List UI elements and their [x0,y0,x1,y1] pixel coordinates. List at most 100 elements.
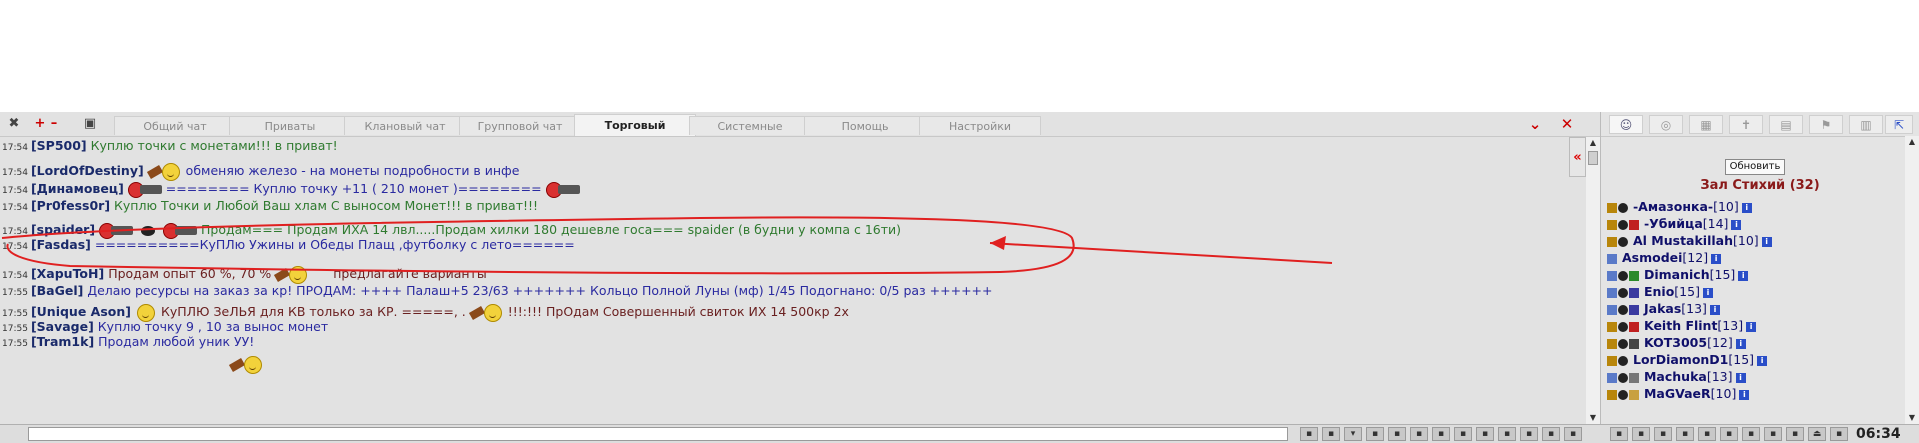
private-msg-icon[interactable] [1607,202,1617,213]
tab-privates[interactable]: Приваты [229,116,351,135]
message-nick[interactable]: [Tram1k] [31,334,94,349]
exit-icon[interactable]: ⏏ [1808,427,1826,441]
users-tab-icon[interactable]: ☺ [1609,115,1643,134]
private-msg-icon[interactable] [1607,372,1617,383]
user-list-item[interactable]: Machuka[13] i [1607,368,1746,386]
action-icon[interactable]: ▪ [1632,427,1650,441]
action-icon[interactable]: ▪ [1786,427,1804,441]
scroll-up-icon[interactable]: ▲ [1905,136,1919,148]
toolbar-icon[interactable]: ▪ [1498,427,1516,441]
info-icon[interactable]: i [1741,202,1752,213]
user-list-item[interactable]: LorDiamonD1[15] i [1607,351,1768,369]
toolbar-icon[interactable]: ▪ [1432,427,1450,441]
action-icon[interactable]: ▪ [1610,427,1628,441]
message-nick[interactable]: [Unique Ason] [31,304,131,319]
info-icon[interactable]: i [1711,253,1722,264]
toolbar-icon[interactable]: ▪ [1454,427,1472,441]
private-msg-icon[interactable] [1607,304,1617,315]
toolbar-icon[interactable]: ▪ [1476,427,1494,441]
private-msg-icon[interactable] [1607,321,1617,332]
flag-tab-icon[interactable]: ⚑ [1809,115,1843,134]
close-icon[interactable]: ✕ [1556,115,1578,133]
chat-input[interactable] [28,427,1288,441]
private-msg-icon[interactable] [1607,389,1617,400]
tab-general-chat[interactable]: Общий чат [114,116,236,135]
toolbar-icon[interactable]: ▪ [1388,427,1406,441]
user-list-item[interactable]: -Убийца[14] i [1607,215,1742,233]
tab-system[interactable]: Системные [689,116,811,135]
toolbar-icon[interactable]: ▪ [1564,427,1582,441]
scroll-up-icon[interactable]: ▲ [1586,137,1600,149]
info-icon[interactable]: i [1761,236,1772,247]
user-list-item[interactable]: Keith Flint[13] i [1607,317,1757,335]
private-msg-icon[interactable] [1607,253,1617,264]
user-list-scrollbar[interactable]: ▲ ▼ [1905,136,1919,424]
clear-chat-icon[interactable]: ✖ [4,115,24,133]
action-icon[interactable]: ▪ [1742,427,1760,441]
toolbar-icon[interactable]: ▪ [1366,427,1384,441]
toolbar-icon[interactable]: ▪ [1520,427,1538,441]
action-icon[interactable]: ▪ [1764,427,1782,441]
user-list-item[interactable]: KOT3005[12] i [1607,334,1746,352]
info-icon[interactable]: i [1739,389,1750,400]
inventory-tab-icon[interactable]: ▤ [1769,115,1803,134]
zoom-out-icon[interactable]: – [44,115,64,133]
message-nick[interactable]: [Динамовец] [31,181,124,196]
user-list-item[interactable]: Asmodei[12] i [1607,249,1722,267]
info-icon[interactable]: i [1738,270,1749,281]
filter-icon[interactable]: ▣ [80,115,100,133]
toolbar-icon[interactable]: ▪ [1300,427,1318,441]
collapse-panel-button[interactable]: « [1569,137,1586,177]
target-tab-icon[interactable]: ◎ [1649,115,1683,134]
misc-tab-icon[interactable]: ▥ [1849,115,1883,134]
scroll-down-icon[interactable]: ▼ [1586,412,1600,424]
message-nick[interactable]: [spaider] [31,222,95,237]
user-list-item[interactable]: MaGVaeR[10] i [1607,385,1750,403]
message-nick[interactable]: [Pr0fess0r] [31,198,110,213]
action-icon[interactable]: ▪ [1720,427,1738,441]
private-msg-icon[interactable] [1607,338,1617,349]
scroll-thumb[interactable] [1588,151,1598,165]
user-list-item[interactable]: -Амазонка-[10] i [1607,198,1752,216]
info-icon[interactable]: i [1746,321,1757,332]
info-icon[interactable]: i [1731,219,1742,230]
info-icon[interactable]: i [1735,372,1746,383]
message-nick[interactable]: [SP500] [31,138,87,153]
message-nick[interactable]: [LordOfDestiny] [31,163,144,178]
tab-help[interactable]: Помощь [804,116,926,135]
chevron-down-icon[interactable]: ⌄ [1524,115,1546,133]
toolbar-icon[interactable]: ▪ [1410,427,1428,441]
action-icon[interactable]: ▪ [1676,427,1694,441]
cross-tab-icon[interactable]: ✝ [1729,115,1763,134]
toolbar-icon[interactable]: ▾ [1344,427,1362,441]
private-msg-icon[interactable] [1607,355,1617,366]
message-nick[interactable]: [BaGel] [31,283,83,298]
private-msg-icon[interactable] [1607,287,1617,298]
tab-trade[interactable]: Торговый [574,114,696,136]
message-nick[interactable]: [XapuToH] [31,266,104,281]
info-icon[interactable]: i [1709,304,1720,315]
private-msg-icon[interactable] [1607,270,1617,281]
chat-scrollbar[interactable]: ▲ ▼ [1586,137,1600,424]
private-msg-icon[interactable] [1607,236,1617,247]
info-icon[interactable]: i [1757,355,1768,366]
user-list-item[interactable]: Dimanich[15] i [1607,266,1749,284]
action-icon[interactable]: ▪ [1654,427,1672,441]
scroll-down-icon[interactable]: ▼ [1905,412,1919,424]
message-nick[interactable]: [Fasdas] [31,237,91,252]
user-list-item[interactable]: Enio[15] i [1607,283,1713,301]
private-msg-icon[interactable] [1607,219,1617,230]
tab-group-chat[interactable]: Групповой чат [459,116,581,135]
tab-settings[interactable]: Настройки [919,116,1041,135]
user-list-item[interactable]: Jakas[13] i [1607,300,1720,318]
message-nick[interactable]: [Savage] [31,319,94,334]
refresh-button[interactable]: Обновить [1725,159,1785,175]
toolbar-icon[interactable]: ▪ [1542,427,1560,441]
expand-icon[interactable]: ⇱ [1885,115,1913,134]
info-icon[interactable]: i [1702,287,1713,298]
toolbar-icon[interactable]: ▪ [1322,427,1340,441]
action-icon[interactable]: ▪ [1698,427,1716,441]
user-list-item[interactable]: Al Mustakillah[10] i [1607,232,1772,250]
action-icon[interactable]: ▪ [1830,427,1848,441]
info-icon[interactable]: i [1735,338,1746,349]
